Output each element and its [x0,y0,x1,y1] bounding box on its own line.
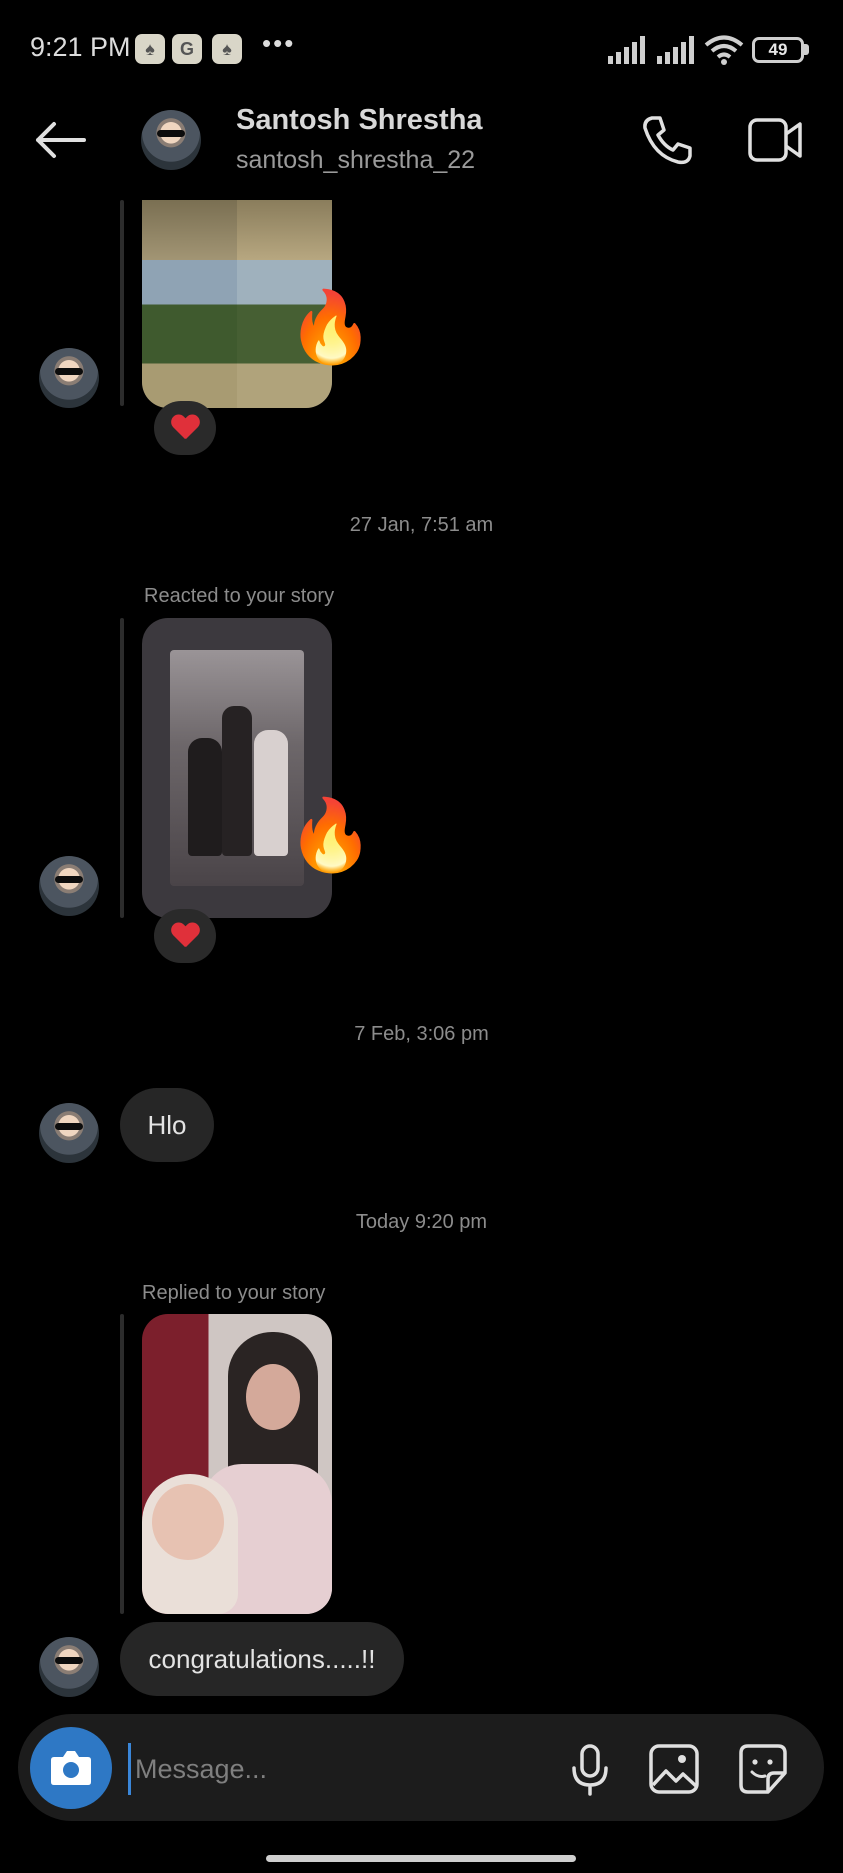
sender-avatar[interactable] [39,1103,99,1163]
message-input[interactable] [128,1743,557,1795]
timestamp: 7 Feb, 3:06 pm [354,1023,489,1045]
header-avatar[interactable] [141,110,201,170]
timestamp: 27 Jan, 7:51 am [349,514,494,536]
thread-line [120,618,124,918]
status-time: 9:21 PM [30,32,131,62]
battery-tip [804,44,809,55]
sender-avatar[interactable] [39,348,99,408]
wifi-icon [704,35,744,65]
thread-line [120,1314,124,1614]
heart-reaction-badge[interactable] [154,909,216,963]
camera-button[interactable] [30,1727,112,1809]
heart-reaction-badge[interactable] [154,401,216,455]
home-indicator[interactable] [266,1855,576,1862]
fire-reaction-icon: 🔥 [287,796,375,874]
thread-line [120,200,124,406]
heart-icon [171,923,199,949]
timestamp: Today 9:20 pm [355,1211,488,1233]
camera-icon [51,1751,91,1785]
sticker-icon[interactable] [738,1743,788,1795]
google-icon: G [172,34,202,64]
snapchat-icon: ♠ [212,34,242,64]
fire-reaction-icon: 🔥 [287,288,375,366]
gallery-icon[interactable] [648,1743,700,1795]
signal-icon-2 [657,36,694,64]
battery-icon: 49 [752,37,804,63]
story-reaction-caption: Reacted to your story [144,585,335,607]
sender-avatar[interactable] [39,856,99,916]
more-notifications-icon: ••• [262,28,296,58]
story-preview-image[interactable] [142,1314,332,1614]
message-bubble[interactable]: congratulations.....!! [120,1622,404,1696]
phone-call-icon[interactable] [640,114,694,166]
story-reply-caption: Replied to your story [142,1282,326,1304]
video-call-icon[interactable] [747,116,803,164]
header-username[interactable]: santosh_shrestha_22 [236,146,475,175]
signal-icon [608,36,645,64]
back-arrow-icon[interactable] [34,120,86,160]
header-name[interactable]: Santosh Shrestha [236,104,483,137]
snapchat-icon: ♠ [135,34,165,64]
message-bubble[interactable]: Hlo [120,1088,214,1162]
heart-icon [171,415,199,441]
sender-avatar[interactable] [39,1637,99,1697]
microphone-icon[interactable] [570,1743,610,1797]
